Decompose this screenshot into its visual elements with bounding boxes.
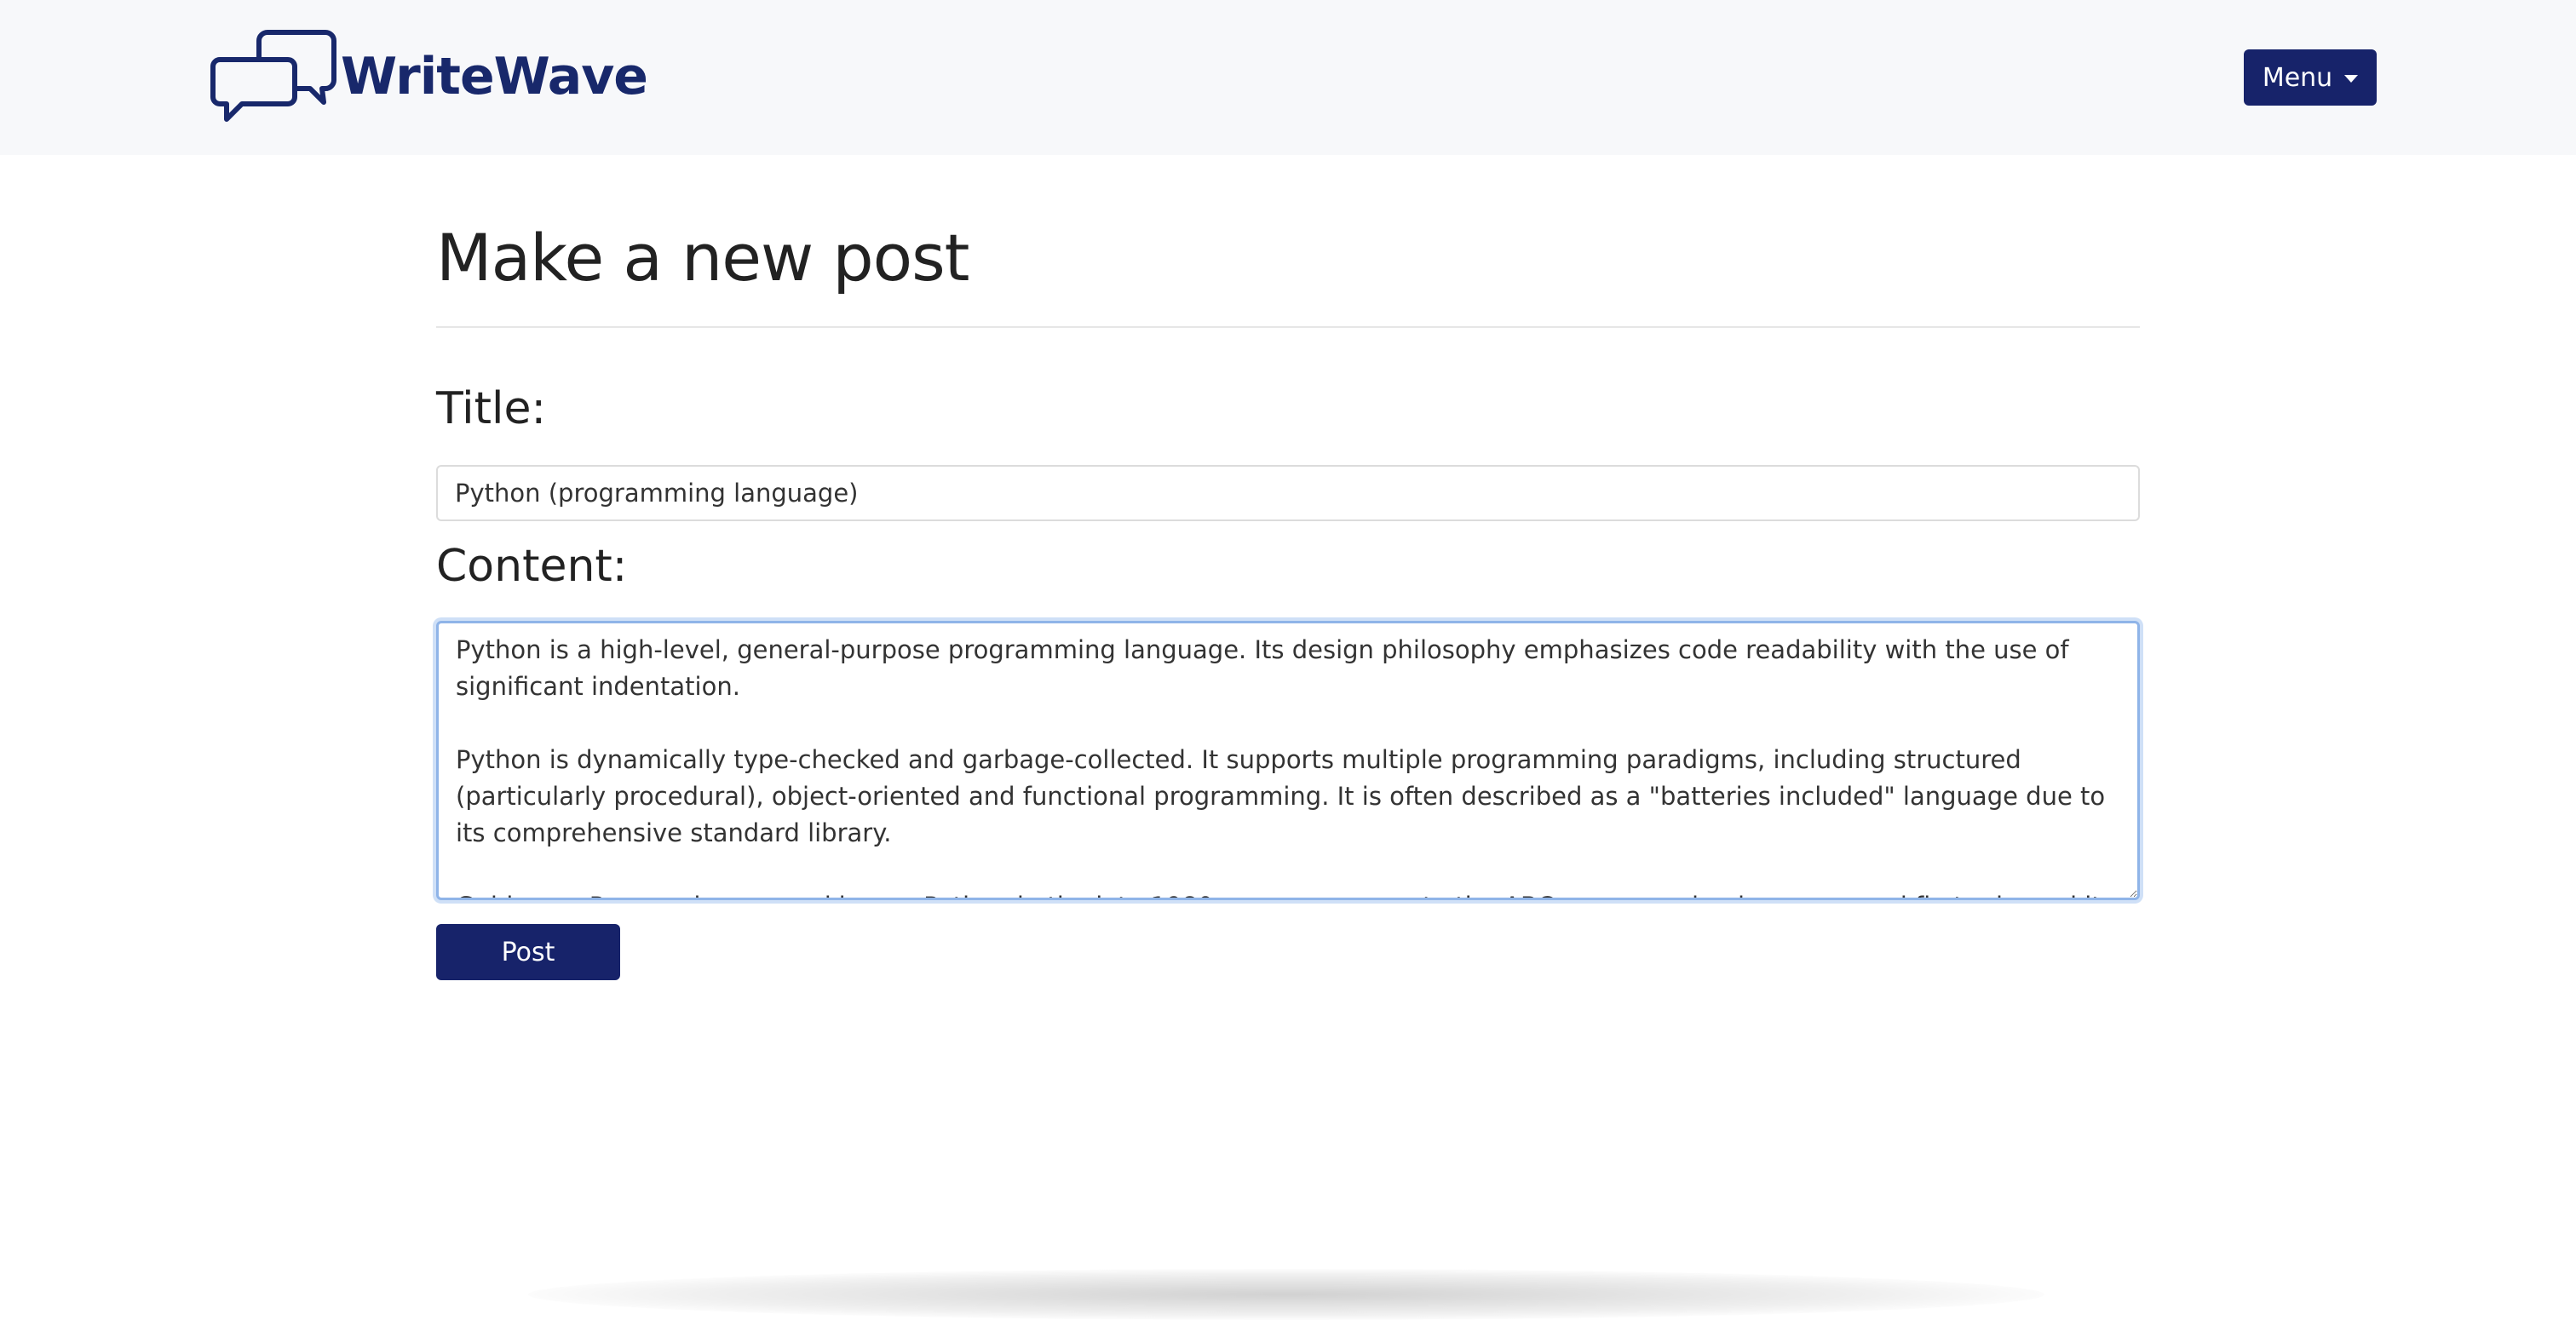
- caret-down-icon: [2344, 74, 2359, 83]
- menu-button[interactable]: Menu: [2244, 49, 2377, 106]
- title-input[interactable]: [436, 465, 2140, 521]
- title-label: Title:: [436, 383, 546, 434]
- post-button[interactable]: Post: [436, 924, 620, 980]
- chat-bubbles-icon: [210, 30, 336, 122]
- brand-link[interactable]: WriteWave: [210, 26, 648, 128]
- brand-name: WriteWave: [341, 47, 648, 106]
- divider: [436, 326, 2140, 328]
- bottom-shadow: [528, 1269, 2044, 1320]
- content-textarea[interactable]: Python is a high-level, general-purpose …: [436, 621, 2140, 900]
- navbar: WriteWave Menu: [0, 0, 2576, 155]
- menu-button-label: Menu: [2262, 62, 2333, 93]
- page-title: Make a new post: [436, 220, 969, 296]
- content-label: Content:: [436, 541, 628, 592]
